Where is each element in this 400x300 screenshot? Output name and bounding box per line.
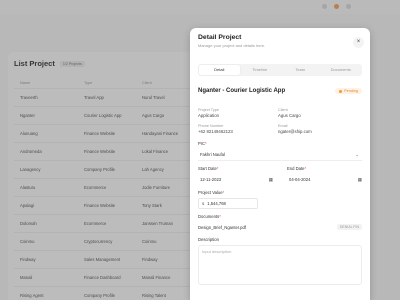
phone-value: +62 82149462123 [198, 129, 233, 134]
email-label: Email [278, 124, 288, 128]
detail-content: Nganter - Courier Logistic App Pending P… [198, 86, 362, 285]
document-tag: DENIAL FIN [336, 224, 362, 230]
document-name: Design_Brief_Nganter.pdf [198, 224, 246, 230]
date-fields: Start Date* 12-11-2023 ▦ End Date* 04-04… [198, 161, 362, 185]
project-value-input[interactable]: $ 1,544,768 [198, 198, 258, 209]
chevron-down-icon: ⌄ [355, 151, 359, 157]
status-badge: Pending [335, 88, 362, 94]
start-date-value: 12-11-2023 [200, 177, 222, 182]
document-item[interactable]: Design_Brief_Nganter.pdf DENIAL FIN [198, 222, 362, 232]
pic-select[interactable]: Fakhri Naufal ⌄ [198, 149, 362, 161]
client-value: Agus Cargo [278, 113, 301, 118]
project-type-value: Application [198, 113, 220, 118]
project-value-amount: 1,544,768 [207, 201, 226, 206]
pic-label: PIC* [198, 141, 207, 146]
tab-detail[interactable]: Detail [199, 65, 240, 75]
end-date-value: 04-04-2024 [289, 177, 311, 182]
money-icon: $ [202, 201, 205, 206]
drawer-subtitle: Manage your project and details here. [198, 43, 266, 48]
start-date-field[interactable]: 12-11-2023 ▦ [198, 174, 273, 185]
tab-team[interactable]: Team [280, 65, 321, 75]
end-date-label: End Date* [287, 166, 307, 171]
drawer-title: Detail Project [198, 34, 242, 41]
drawer-tabs: Detail Timeline Team Documents [198, 64, 362, 76]
end-date-field[interactable]: 04-04-2024 ▦ [287, 174, 362, 185]
client-label: Client [278, 108, 288, 112]
status-dot-icon [339, 89, 343, 93]
status-text: Pending [344, 89, 358, 93]
start-date-label: Start Date* [198, 166, 219, 171]
project-value-label: Project Value* [198, 190, 225, 195]
tab-timeline[interactable]: Timeline [240, 65, 281, 75]
calendar-icon[interactable]: ▦ [358, 177, 362, 183]
pic-value: Fakhri Naufal [200, 152, 225, 157]
description-label: Description [198, 237, 219, 242]
email-value: ngater@ship.com [278, 129, 312, 134]
documents-label: Documents* [198, 214, 221, 219]
project-name: Nganter - Courier Logistic App [198, 88, 286, 94]
phone-label: Phone Number [198, 124, 224, 128]
tab-documents[interactable]: Documents [321, 65, 362, 75]
detail-project-drawer: Detail Project Manage your project and d… [190, 28, 370, 300]
calendar-icon[interactable]: ▦ [269, 177, 273, 183]
close-icon[interactable]: × [353, 37, 364, 48]
project-type-label: Project Type [198, 108, 220, 112]
description-textarea[interactable]: Input description [198, 245, 362, 285]
project-info: Project Type Application Client Agus Car… [198, 108, 362, 134]
